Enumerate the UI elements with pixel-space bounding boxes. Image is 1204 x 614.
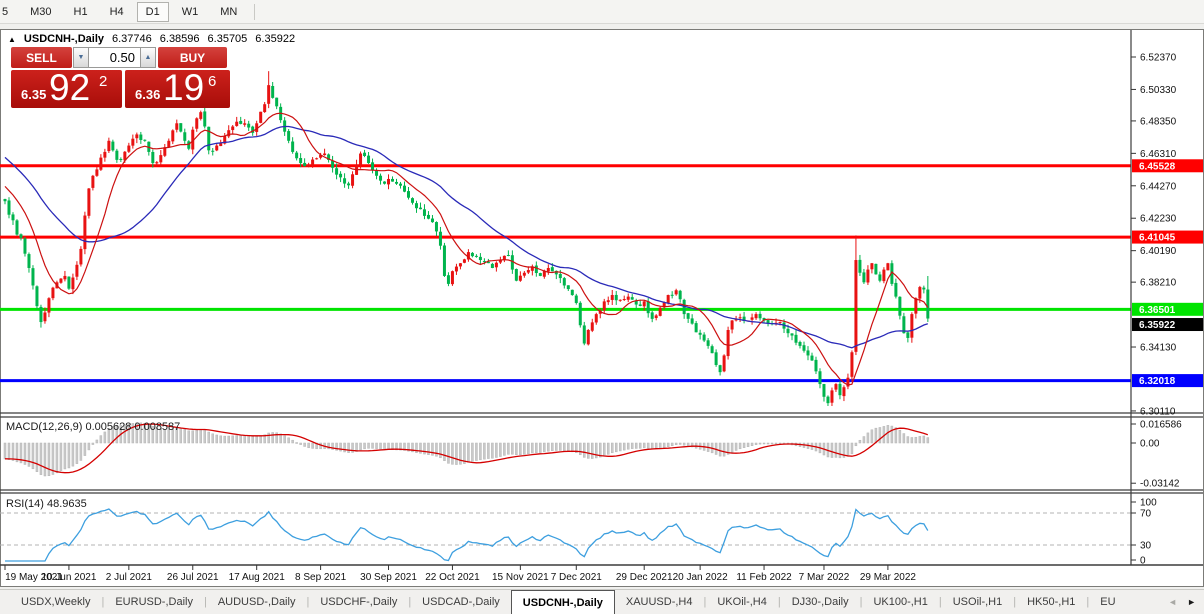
svg-text:15 Nov 2021: 15 Nov 2021 [492,572,549,583]
timeframe-button-MN[interactable]: MN [211,2,246,22]
svg-text:8 Sep 2021: 8 Sep 2021 [295,572,347,583]
rsi-indicator-label: RSI(14) 48.9635 [6,498,87,510]
panel-separators [0,30,1203,566]
tab-scroll-right-icon[interactable]: ► [1187,597,1196,607]
volume-input[interactable] [89,47,140,68]
tab-scroll-arrows: ◄ ► [1160,590,1204,614]
svg-text:10 Jun 2021: 10 Jun 2021 [41,572,96,583]
svg-text:29 Dec 2021: 29 Dec 2021 [616,572,673,583]
svg-text:6.52370: 6.52370 [1140,53,1177,64]
sell-price-pips: 92 [49,67,91,108]
svg-text:22 Oct 2021: 22 Oct 2021 [425,572,480,583]
toolbar-separator [254,3,256,20]
buy-price-prefix: 6.36 [135,87,161,102]
chart-title-row: ▲ USDCNH-,Daily 6.37746 6.38596 6.35705 … [8,33,295,45]
symbol-tab-bar: USDX,Weekly | EURUSD-,Daily | AUDUSD-,Daily |… [0,589,1204,614]
svg-text:0: 0 [1140,556,1146,567]
date-axis[interactable]: 19 May 202110 Jun 2021 2 Jul 2021 26 Jul 2… [4,565,917,583]
buy-price-display[interactable]: 6.36 19 6 [125,67,230,108]
svg-text:6.41045: 6.41045 [1139,233,1176,244]
chart-symbol-title: USDCNH-,Daily [23,33,104,45]
sell-price-prefix: 6.35 [21,87,47,102]
tab-ukoil-h4[interactable]: UKOil-,H4 [706,590,778,614]
svg-text:20 Jan 2022: 20 Jan 2022 [673,572,728,583]
mt4-window: 5 M30 H1 H4 D1 W1 MN 6.52370 6.50330 6.48350 6.46… [0,0,1204,614]
macd-indicator-label: MACD(12,26,9) 0.005628 0.008587 [6,421,181,433]
tab-dj30-daily[interactable]: DJ30-,Daily [781,590,860,614]
timeframe-button-D1[interactable]: D1 [136,1,169,22]
tab-hk50-h1[interactable]: HK50-,H1 [1016,590,1086,614]
tab-usdcnh-daily[interactable]: USDCNH-,Daily [510,590,615,614]
svg-text:6.50330: 6.50330 [1140,85,1177,96]
volume-increase-button[interactable]: ▲ [140,47,156,68]
volume-stepper: ▼ ▲ [73,47,156,68]
tab-usdcad-daily[interactable]: USDCAD-,Daily [411,590,511,614]
svg-text:6.38210: 6.38210 [1140,278,1177,289]
svg-text:2 Jul 2021: 2 Jul 2021 [106,572,153,583]
sell-button[interactable]: SELL [11,47,72,68]
buy-button[interactable]: BUY [158,47,227,68]
moving-averages [4,112,929,386]
volume-decrease-button[interactable]: ▼ [73,47,89,68]
svg-text:6.30110: 6.30110 [1140,406,1176,417]
svg-text:11 Feb 2022: 11 Feb 2022 [736,572,792,583]
sell-price-point: 2 [99,73,108,90]
one-click-trade-panel: SELL ▼ ▲ BUY 6.35 92 2 [11,47,230,108]
triangle-down-icon: ▼ [77,54,85,61]
svg-text:70: 70 [1140,509,1152,520]
tab-audusd-daily[interactable]: AUDUSD-,Daily [207,590,307,614]
triangle-up-icon: ▲ [144,54,152,61]
candles-layer [3,71,930,407]
svg-text:6.48350: 6.48350 [1140,116,1177,127]
svg-text:7 Dec 2021: 7 Dec 2021 [551,572,603,583]
ohlc-low: 6.35705 [207,33,248,45]
svg-text:100: 100 [1140,498,1157,509]
tab-eurusd-daily[interactable]: EURUSD-,Daily [104,590,204,614]
horizontal-level-lines[interactable] [0,164,1131,383]
svg-text:0.016586: 0.016586 [1140,420,1182,431]
svg-text:30 Sep 2021: 30 Sep 2021 [360,572,417,583]
svg-text:6.40190: 6.40190 [1140,246,1177,257]
tab-usdx-weekly[interactable]: USDX,Weekly [10,590,101,614]
chart-window: 6.52370 6.50330 6.48350 6.46310 6.44270 6.422… [0,29,1204,587]
timeframe-toolbar: 5 M30 H1 H4 D1 W1 MN [0,0,1204,24]
svg-text:6.42230: 6.42230 [1140,214,1177,225]
svg-text:6.45528: 6.45528 [1139,161,1176,172]
svg-text:6.36501: 6.36501 [1139,305,1176,316]
svg-text:6.46310: 6.46310 [1140,149,1177,160]
timeframe-button-5[interactable]: 5 [0,2,17,22]
ohlc-open: 6.37746 [112,33,152,45]
timeframe-button-H1[interactable]: H1 [65,2,97,22]
chart-area[interactable]: 6.52370 6.50330 6.48350 6.46310 6.44270 6.422… [0,29,1204,588]
tab-uk100-h1[interactable]: UK100-,H1 [862,590,938,614]
svg-text:7 Mar 2022: 7 Mar 2022 [799,572,850,583]
buy-price-pips: 19 [163,67,205,108]
timeframe-button-W1[interactable]: W1 [173,2,208,22]
svg-text:6.35922: 6.35922 [1139,320,1176,331]
tab-usdchf-daily[interactable]: USDCHF-,Daily [309,590,408,614]
tab-xauusd-h4[interactable]: XAUUSD-,H4 [615,590,704,614]
ohlc-high: 6.38596 [159,33,200,45]
svg-text:30: 30 [1140,541,1152,552]
tab-scroll-left-icon[interactable]: ◄ [1168,597,1177,607]
svg-text:6.44270: 6.44270 [1140,181,1177,192]
svg-text:26 Jul 2021: 26 Jul 2021 [167,572,219,583]
svg-text:-0.03142: -0.03142 [1140,479,1180,490]
rsi-panel [5,508,929,562]
buy-price-point: 6 [208,73,217,90]
svg-text:6.34130: 6.34130 [1140,343,1177,354]
svg-text:29 Mar 2022: 29 Mar 2022 [860,572,917,583]
sell-price-display[interactable]: 6.35 92 2 [11,67,122,108]
svg-text:0.00: 0.00 [1140,439,1160,450]
tab-usoil-h1[interactable]: USOil-,H1 [942,590,1014,614]
ohlc-close: 6.35922 [255,33,296,45]
price-axis[interactable]: 6.52370 6.50330 6.48350 6.46310 6.44270 6.422… [1131,53,1203,418]
svg-text:17 Aug 2021: 17 Aug 2021 [229,572,286,583]
rsi-gridlines [0,512,1131,546]
svg-text:6.32018: 6.32018 [1139,376,1176,387]
tab-eu[interactable]: EU [1089,590,1126,614]
timeframe-button-M30[interactable]: M30 [21,2,60,22]
collapse-icon[interactable]: ▲ [8,35,16,44]
timeframe-button-H4[interactable]: H4 [101,2,133,22]
